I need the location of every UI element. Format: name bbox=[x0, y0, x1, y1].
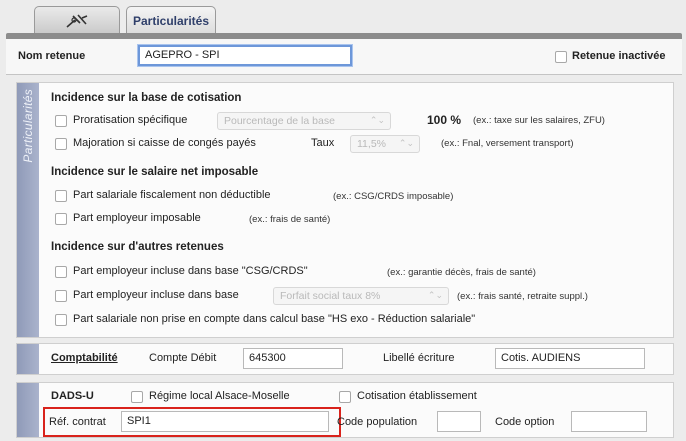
cotisation-etablissement-label: Cotisation établissement bbox=[357, 390, 477, 402]
majoration-label: Majoration si caisse de congés payés bbox=[73, 137, 256, 149]
net-item1-checkbox[interactable] bbox=[55, 190, 67, 202]
net-imposable-title: Incidence sur le salaire net imposable bbox=[51, 166, 259, 178]
cotisation-etablissement-checkbox[interactable] bbox=[339, 391, 351, 403]
autres-item3-label: Part salariale non prise en compte dans … bbox=[73, 313, 476, 325]
autres-item1-label: Part employeur incluse dans base "CSG/CR… bbox=[73, 265, 308, 277]
taux-label: Taux bbox=[311, 137, 335, 149]
code-population-input[interactable] bbox=[437, 411, 481, 432]
cotisation-title: Incidence sur la base de cotisation bbox=[51, 92, 242, 104]
autres-item2-label: Part employeur incluse dans base bbox=[73, 289, 239, 301]
net-item2-note: (ex.: frais de santé) bbox=[249, 214, 331, 225]
libelle-ecriture-label: Libellé écriture bbox=[383, 352, 455, 364]
tab-particularites-label: Particularités bbox=[132, 13, 210, 28]
tab-particularites[interactable]: Particularités bbox=[126, 6, 216, 34]
autres-item2-checkbox[interactable] bbox=[55, 290, 67, 302]
tools-icon bbox=[66, 13, 88, 28]
particularites-sidebar-label: Particularités bbox=[21, 89, 35, 163]
proratisation-note: (ex.: taxe sur les salaires, ZFU) bbox=[473, 115, 605, 126]
autres-item1-checkbox[interactable] bbox=[55, 266, 67, 278]
dadsu-sidebar bbox=[17, 383, 39, 437]
net-item1-note: (ex.: CSG/CRDS imposable) bbox=[333, 191, 454, 202]
libelle-ecriture-input[interactable]: Cotis. AUDIENS bbox=[495, 348, 645, 369]
proratisation-select-value: Pourcentage de la base bbox=[224, 115, 335, 127]
net-item2-checkbox[interactable] bbox=[55, 213, 67, 225]
nom-retenue-label: Nom retenue bbox=[18, 50, 86, 62]
taux-select[interactable]: 11,5% ⌃⌄ bbox=[350, 135, 420, 153]
code-option-label: Code option bbox=[495, 416, 555, 428]
autres-item1-note: (ex.: garantie décès, frais de santé) bbox=[387, 267, 536, 278]
autres-item3-checkbox[interactable] bbox=[55, 314, 67, 326]
proratisation-label: Proratisation spécifique bbox=[73, 114, 188, 126]
dadsu-title: DADS-U bbox=[51, 390, 94, 402]
compte-debit-input[interactable]: 645300 bbox=[243, 348, 343, 369]
chevron-updown-icon: ⌃⌄ bbox=[398, 138, 414, 148]
comptabilite-sidebar bbox=[17, 344, 39, 374]
proratisation-checkbox[interactable] bbox=[55, 115, 67, 127]
ref-contrat-input[interactable]: SPI1 bbox=[121, 411, 329, 432]
particularites-panel: Particularités Incidence sur la base de … bbox=[16, 82, 674, 338]
forfait-social-select[interactable]: Forfait social taux 8% ⌃⌄ bbox=[273, 287, 449, 305]
ref-contrat-label: Réf. contrat bbox=[49, 416, 106, 428]
proratisation-value: 100 % bbox=[427, 113, 462, 127]
code-population-label: Code population bbox=[337, 416, 418, 428]
dadsu-panel: DADS-U Régime local Alsace-Moselle Cotis… bbox=[16, 382, 674, 438]
taux-note: (ex.: Fnal, versement transport) bbox=[441, 138, 574, 149]
comptabilite-title: Comptabilité bbox=[51, 352, 118, 364]
code-option-input[interactable] bbox=[571, 411, 647, 432]
comptabilite-panel: Comptabilité Compte Débit 645300 Libellé… bbox=[16, 343, 674, 375]
proratisation-select[interactable]: Pourcentage de la base ⌃⌄ bbox=[217, 112, 391, 130]
net-item2-label: Part employeur imposable bbox=[73, 212, 201, 224]
chevron-updown-icon: ⌃⌄ bbox=[427, 290, 443, 300]
majoration-checkbox[interactable] bbox=[55, 138, 67, 150]
nom-retenue-input[interactable]: AGEPRO - SPI bbox=[138, 45, 352, 66]
net-item1-label: Part salariale fiscalement non déductibl… bbox=[73, 189, 271, 201]
autres-item2-note: (ex.: frais santé, retraite suppl.) bbox=[457, 291, 588, 302]
retenue-inactivee-checkbox[interactable] bbox=[555, 51, 567, 63]
autres-retenues-title: Incidence sur d'autres retenues bbox=[51, 241, 224, 253]
particularites-sidebar: Particularités bbox=[17, 83, 39, 337]
chevron-updown-icon: ⌃⌄ bbox=[369, 115, 385, 125]
retenue-inactivee-label: Retenue inactivée bbox=[572, 50, 666, 62]
tab-tools[interactable] bbox=[34, 6, 120, 34]
forfait-social-select-value: Forfait social taux 8% bbox=[280, 290, 381, 302]
compte-debit-label: Compte Débit bbox=[149, 352, 217, 364]
taux-select-value: 11,5% bbox=[357, 138, 386, 150]
header-row: Nom retenue AGEPRO - SPI Retenue inactiv… bbox=[6, 39, 682, 75]
regime-local-label: Régime local Alsace-Moselle bbox=[149, 390, 290, 402]
regime-local-checkbox[interactable] bbox=[131, 391, 143, 403]
